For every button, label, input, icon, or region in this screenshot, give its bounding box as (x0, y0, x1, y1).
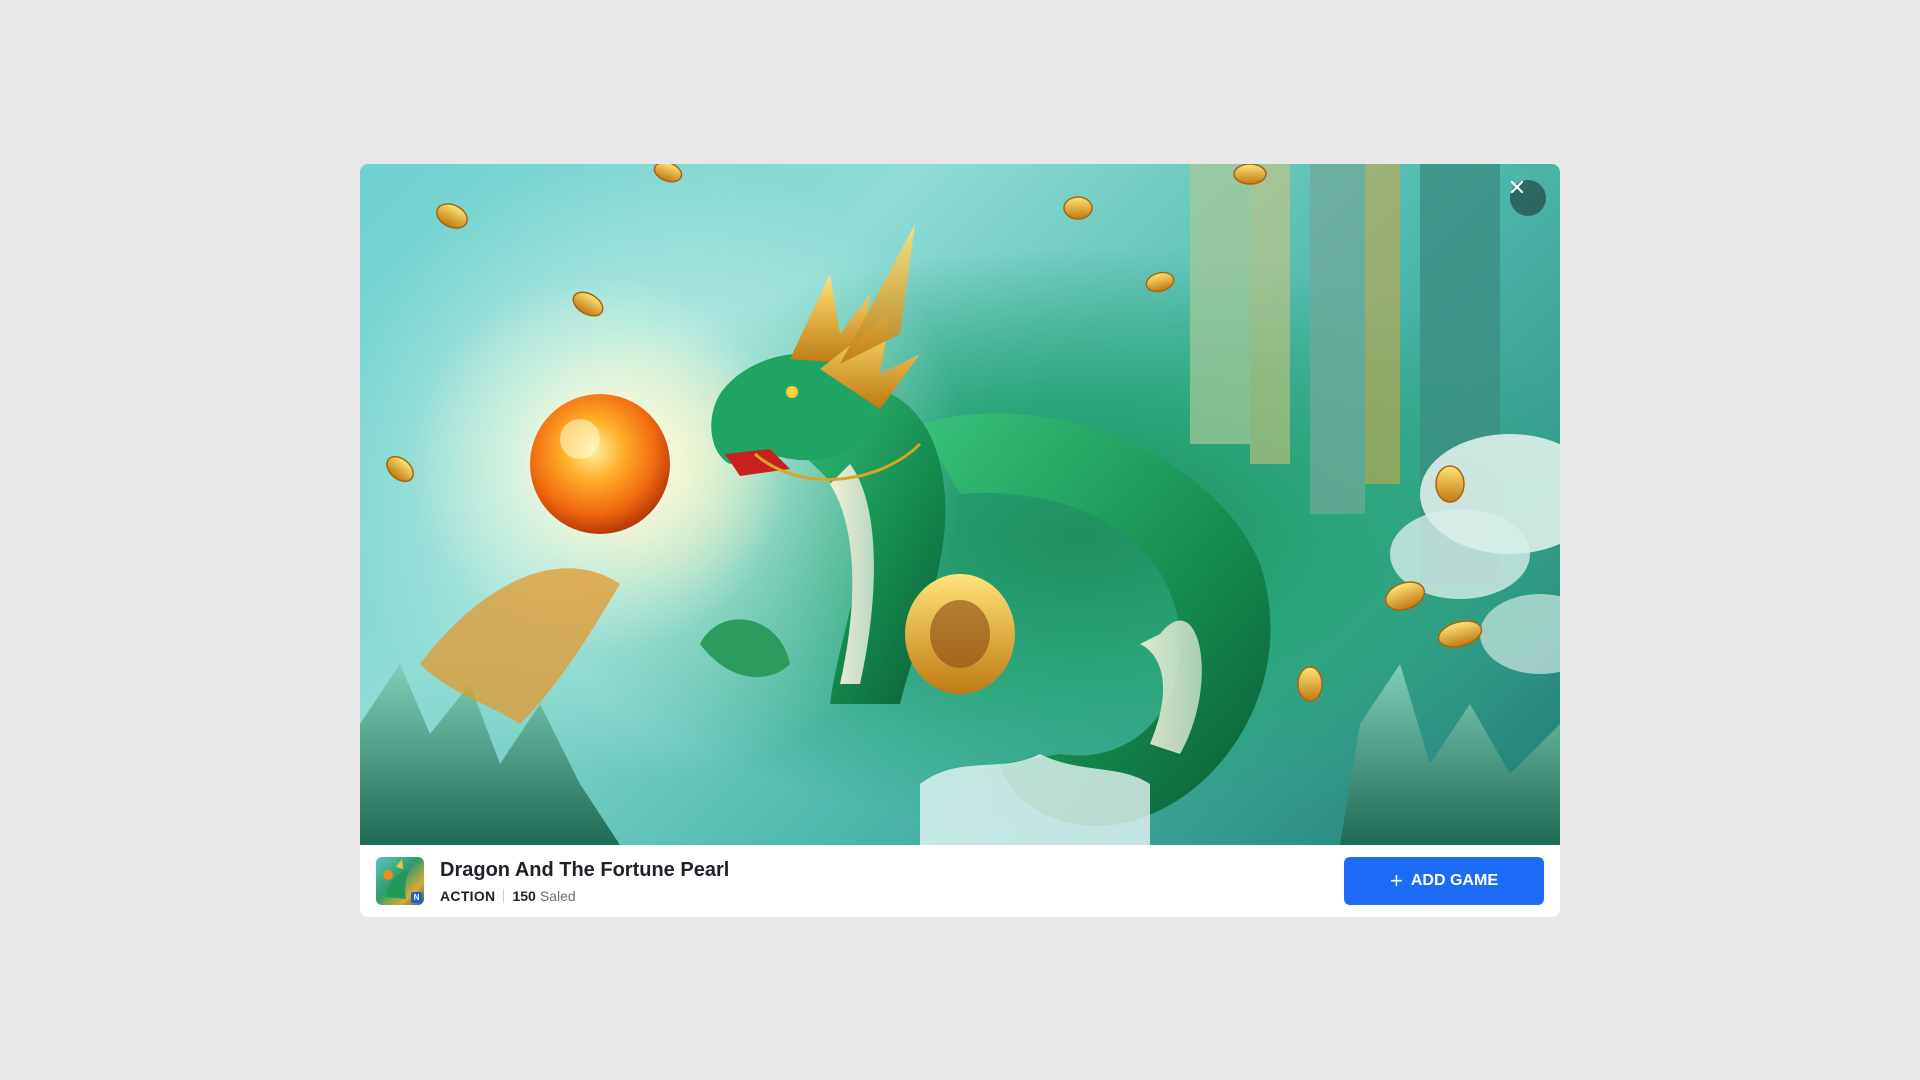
game-banner-image (360, 164, 1560, 845)
meta-divider (503, 889, 505, 903)
sold-count: 150 (512, 888, 536, 904)
sold-label: Saled (539, 888, 576, 904)
close-button[interactable] (1510, 180, 1546, 216)
game-info-bar: N Dragon And The Fortune Pearl ACTION 15… (360, 845, 1560, 917)
game-preview-modal: N Dragon And The Fortune Pearl ACTION 15… (360, 164, 1560, 917)
provider-badge: N (411, 892, 422, 903)
game-genre: ACTION (440, 888, 496, 904)
game-meta: ACTION 150 Saled (440, 888, 729, 904)
game-thumbnail: N (376, 857, 424, 905)
add-game-label: ADD GAME (1410, 872, 1498, 889)
dragon-artwork (360, 164, 1560, 845)
add-game-button[interactable]: + ADD GAME (1344, 857, 1544, 905)
close-icon (1510, 180, 1524, 194)
plus-icon: + (1390, 868, 1403, 893)
game-title: Dragon And The Fortune Pearl (440, 859, 730, 881)
